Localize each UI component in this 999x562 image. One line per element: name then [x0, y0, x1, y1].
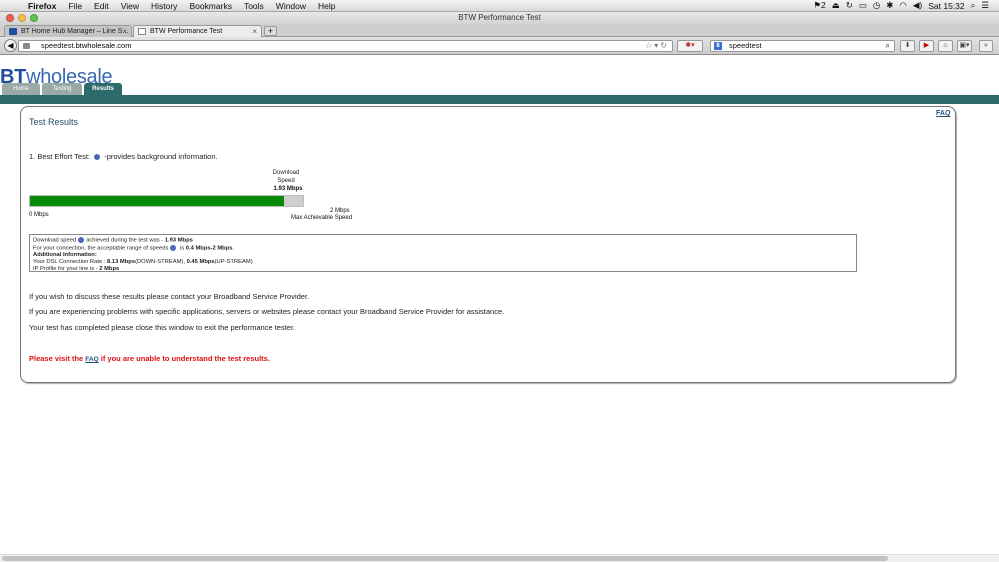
- addon-icon: ✱▾: [685, 42, 695, 49]
- menu-file[interactable]: File: [62, 1, 88, 11]
- menu-bookmarks[interactable]: Bookmarks: [183, 1, 238, 11]
- completed-message: Your test has completed please close thi…: [29, 323, 296, 332]
- home-icon: ⌂: [943, 42, 948, 49]
- menu-button[interactable]: »: [979, 40, 993, 52]
- bookmark-star-icon[interactable]: ☆: [645, 41, 654, 50]
- back-arrow-icon: ◀: [7, 41, 14, 50]
- spotlight-icon[interactable]: ⌕: [971, 0, 976, 11]
- menu-edit[interactable]: Edit: [88, 1, 115, 11]
- tab-bt-home-hub[interactable]: BT Home Hub Manager – Line S... ×: [4, 25, 132, 37]
- menu-tools[interactable]: Tools: [238, 1, 270, 11]
- faq-inline-link[interactable]: FAQ: [85, 356, 98, 363]
- faq-notice: Please visit the FAQ if you are unable t…: [29, 354, 270, 363]
- nav-tab-home[interactable]: Home: [2, 83, 40, 95]
- sidebar-icon: ▣▾: [959, 42, 970, 49]
- sync-icon[interactable]: ↻: [846, 0, 853, 11]
- overflow-icon: »: [984, 42, 988, 49]
- tab-strip: BT Home Hub Manager – Line S... × BTW Pe…: [0, 24, 999, 37]
- tab-label: BT Home Hub Manager – Line S...: [21, 28, 129, 35]
- youtube-button[interactable]: ▶: [919, 40, 934, 52]
- results-info-box: Download speed achieved during the test w…: [29, 234, 857, 272]
- system-menu-bar: Firefox File Edit View History Bookmarks…: [0, 0, 999, 12]
- contact-message: If you wish to discuss these results ple…: [29, 292, 310, 301]
- magnifier-icon[interactable]: ⌕: [886, 41, 890, 51]
- dsl-rate-line: Your DSL Connection Rate : 8.13 Mbps(DOW…: [33, 259, 253, 266]
- speed-progress-bar: [29, 195, 304, 207]
- url-prefix: speedtest.: [41, 41, 76, 50]
- horizontal-scrollbar[interactable]: [0, 554, 999, 562]
- bt-favicon-icon: [9, 28, 17, 35]
- minimize-window-icon[interactable]: [18, 14, 26, 22]
- site-identity-icon[interactable]: [23, 43, 30, 49]
- download-speed-value: 1.93 Mbps: [273, 186, 303, 192]
- window-title: BTW Performance Test: [458, 13, 541, 22]
- additional-info-heading: Additional Information:: [33, 252, 97, 259]
- navigation-toolbar: ◀ speedtest.btwholesale.com ☆▾↻ ✱▾ 8 spe…: [0, 37, 999, 55]
- speed-progress-fill: [30, 196, 285, 206]
- new-tab-button[interactable]: +: [264, 26, 277, 36]
- tab-btw-performance-test[interactable]: BTW Performance Test ×: [133, 25, 262, 37]
- url-bar[interactable]: speedtest.btwholesale.com ☆▾↻: [18, 40, 673, 52]
- url-bar-actions: ☆▾↻: [645, 41, 669, 51]
- display-icon[interactable]: ▭: [859, 0, 867, 11]
- search-value: speedtest: [729, 41, 762, 50]
- wifi-icon[interactable]: ◠: [899, 0, 906, 11]
- faq-link[interactable]: FAQ: [936, 110, 950, 117]
- google-search-icon[interactable]: 8: [714, 42, 722, 50]
- acceptable-range-line: For your connection, the acceptable rang…: [33, 244, 235, 252]
- header-stripe: [0, 95, 999, 104]
- close-window-icon[interactable]: [6, 14, 14, 22]
- window-controls: [6, 14, 38, 22]
- addon-button[interactable]: ✱▾: [677, 40, 703, 52]
- info-icon[interactable]: [170, 244, 177, 251]
- reload-icon[interactable]: ↻: [660, 41, 669, 50]
- badge-icon: ⚑: [813, 0, 821, 10]
- page-title: Test Results: [29, 117, 79, 127]
- download-icon: ⬇: [904, 42, 911, 49]
- problems-message: If you are experiencing problems with sp…: [29, 307, 505, 316]
- ip-profile-line: IP Profile for your line is - 2 Mbps: [33, 266, 120, 273]
- status-menus: ⚑2 ⏏ ↻ ▭ ◷ ✱ ◠ ◀) Sat 15:32 ⌕ ☰: [813, 0, 999, 11]
- volume-icon[interactable]: ◀): [913, 0, 922, 11]
- menu-window[interactable]: Window: [270, 1, 312, 11]
- best-effort-heading: 1. Best Effort Test: -provides backgroun…: [29, 152, 218, 161]
- time-machine-icon[interactable]: ◷: [873, 0, 880, 11]
- tab-label: BTW Performance Test: [150, 28, 223, 35]
- bluetooth-icon[interactable]: ✱: [886, 0, 893, 11]
- scale-max-label: 2 Mbps: [330, 208, 350, 214]
- close-tab-icon[interactable]: ×: [252, 26, 257, 37]
- blank-page-icon: [138, 28, 146, 35]
- search-bar[interactable]: 8 speedtest ⌕: [710, 40, 895, 52]
- url-host: btwholesale.com: [75, 41, 132, 50]
- nav-tab-results[interactable]: Results: [84, 83, 122, 95]
- sidebar-button[interactable]: ▣▾: [957, 40, 972, 52]
- menu-view[interactable]: View: [115, 1, 145, 11]
- download-speed-line: Download speed achieved during the test w…: [33, 237, 193, 244]
- eject-icon[interactable]: ⏏: [832, 0, 840, 11]
- max-achievable-speed-label: Max Achievable Speed: [291, 215, 353, 221]
- menu-app[interactable]: Firefox: [22, 1, 62, 11]
- close-tab-icon[interactable]: ×: [122, 26, 127, 37]
- info-icon[interactable]: [78, 237, 85, 243]
- notification-center-icon[interactable]: ☰: [981, 0, 989, 11]
- back-button[interactable]: ◀: [4, 39, 17, 52]
- info-icon[interactable]: [94, 154, 101, 161]
- downloads-button[interactable]: ⬇: [900, 40, 915, 52]
- youtube-icon: ▶: [923, 42, 930, 49]
- notification-badge[interactable]: ⚑2: [813, 0, 825, 11]
- menu-history[interactable]: History: [145, 1, 183, 11]
- clock[interactable]: Sat 15:32: [928, 1, 964, 11]
- site-nav-tabs: Home Testing Results: [2, 83, 122, 95]
- scale-min-label: 0 Mbps: [29, 212, 49, 218]
- zoom-window-icon[interactable]: [30, 14, 38, 22]
- nav-tab-testing[interactable]: Testing: [42, 83, 82, 95]
- scrollbar-thumb[interactable]: [2, 556, 888, 561]
- download-speed-label: Download Speed: [272, 170, 300, 184]
- window-title-bar: BTW Performance Test: [0, 12, 999, 24]
- page-viewport: BTwholesale Home Testing Results FAQ Tes…: [0, 56, 999, 554]
- home-button[interactable]: ⌂: [938, 40, 953, 52]
- menu-help[interactable]: Help: [312, 1, 341, 11]
